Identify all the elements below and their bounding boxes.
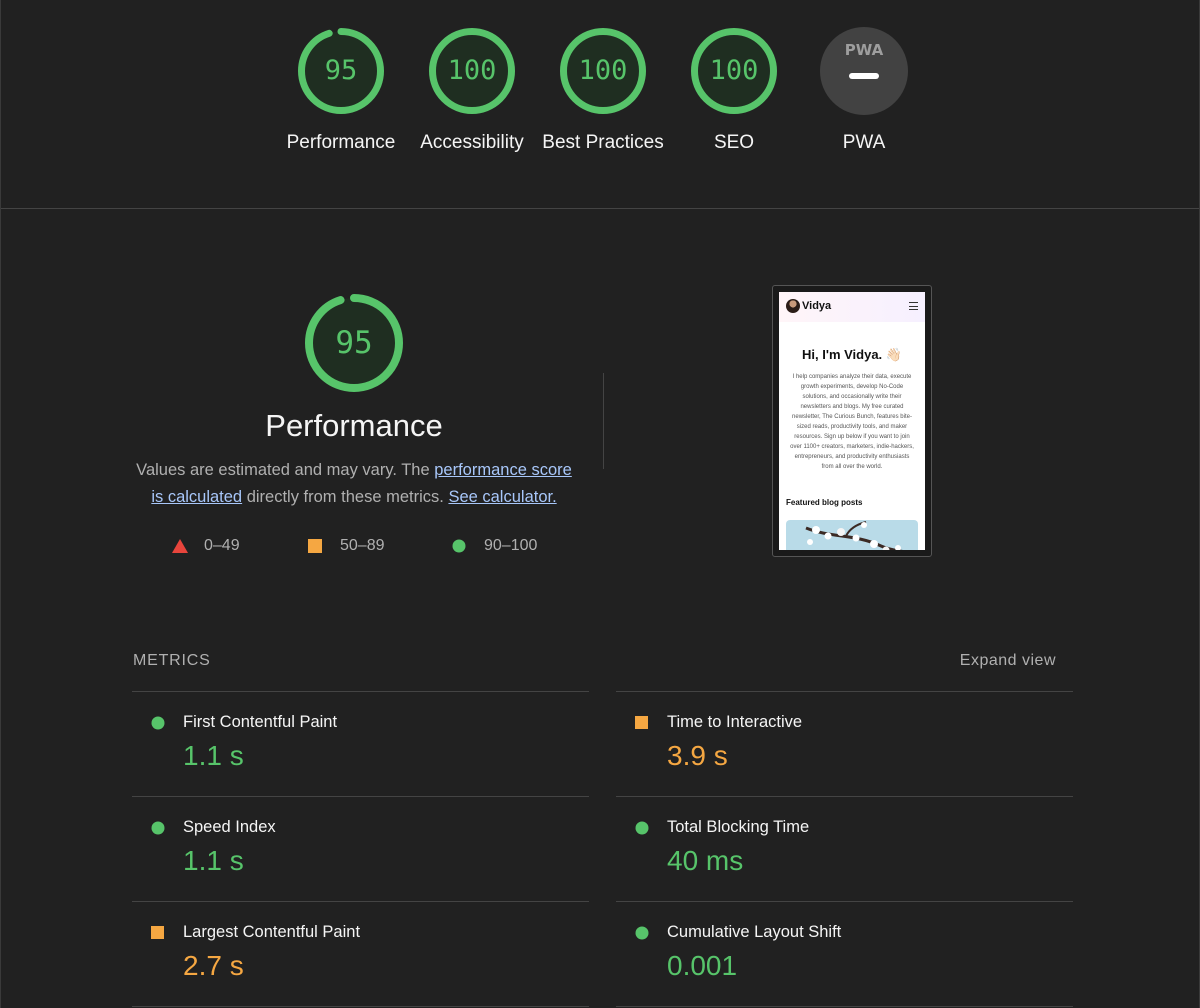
legend-range: 0–49 [204, 537, 240, 554]
metric-total-blocking-time: Total Blocking Time 40 ms [616, 796, 1073, 902]
metrics-divider [132, 1006, 589, 1007]
gauge-score: 100 [447, 55, 497, 86]
screenshot-viewport: Vidya Hi, I'm Vidya. 👋🏻 I help companies… [779, 292, 925, 550]
square-icon [308, 539, 322, 553]
metric-value: 0.001 [667, 950, 738, 981]
hero-heading: Hi, I'm Vidya. 👋🏻 [802, 347, 902, 362]
metric-title: Time to Interactive [667, 713, 803, 731]
gauge-ring: 100 [428, 27, 516, 115]
gauge-score: 95 [324, 55, 358, 86]
metric-title: Speed Index [183, 818, 276, 836]
gauge-seo[interactable]: 100 SEO [669, 27, 799, 156]
desc-prefix: Values are estimated and may vary. The [136, 461, 435, 479]
gauge-score: 100 [578, 55, 628, 86]
category-gauges-bar: 95 Performance 100 Accessibility 100 Bes… [1, 0, 1199, 209]
metric-value: 3.9 s [667, 740, 728, 771]
lighthouse-report: 95 Performance 100 Accessibility 100 Bes… [0, 0, 1200, 1008]
gauge-ring: 100 [559, 27, 647, 115]
expand-view-toggle[interactable]: Expand view [960, 652, 1056, 670]
gauge-accessibility[interactable]: 100 Accessibility [407, 27, 537, 156]
metric-title: Cumulative Layout Shift [667, 923, 842, 941]
vertical-divider [603, 373, 604, 469]
metric-value: 2.7 s [183, 950, 244, 981]
circle-icon [635, 821, 649, 840]
desc-middle: directly from these metrics. [242, 488, 449, 506]
site-header: Vidya [779, 292, 925, 322]
metric-largest-contentful-paint: Largest Contentful Paint 2.7 s [132, 901, 589, 1007]
metric-title: Largest Contentful Paint [183, 923, 361, 941]
metric-title: Total Blocking Time [667, 818, 810, 836]
gauge-performance[interactable]: 95 Performance [276, 27, 406, 156]
metric-value: 1.1 s [183, 740, 244, 771]
performance-description: Values are estimated and may vary. The p… [129, 457, 579, 511]
gauge-ring: 95 [297, 27, 385, 115]
metric-value: 1.1 s [183, 845, 244, 876]
performance-score: 95 [335, 325, 373, 361]
site-name: Vidya [802, 300, 832, 312]
circle-icon [452, 539, 466, 553]
hero-body: I help companies analyze their data, exe… [790, 374, 914, 470]
legend-range: 90–100 [484, 537, 538, 554]
metrics-divider [616, 1006, 1073, 1007]
gauge-label: Best Practices [542, 132, 664, 153]
gauge-ring: 100 [690, 27, 778, 115]
featured-heading: Featured blog posts [786, 498, 863, 507]
gauge-pwa[interactable]: PWA PWA [799, 27, 929, 156]
avatar [786, 299, 800, 313]
circle-icon [635, 926, 649, 945]
metrics-header: METRICS [133, 652, 211, 669]
metric-value: 40 ms [667, 845, 744, 876]
pwa-badge-icon: PWA [820, 27, 908, 115]
legend-range: 50–89 [340, 537, 385, 554]
metric-first-contentful-paint: First Contentful Paint 1.1 s [132, 691, 589, 797]
pwa-dash-icon [849, 73, 879, 79]
gauge-label: Performance [286, 132, 396, 153]
menu-icon [909, 302, 918, 310]
gauge-best-practices[interactable]: 100 Best Practices [538, 27, 668, 156]
gauge-label: SEO [713, 132, 755, 153]
see-calculator-link[interactable]: See calculator. [448, 488, 556, 506]
gauge-score: 100 [709, 55, 759, 86]
metric-time-to-interactive: Time to Interactive 3.9 s [616, 691, 1073, 797]
square-icon [151, 926, 164, 944]
circle-icon [151, 716, 165, 735]
triangle-icon [172, 539, 188, 553]
square-icon [635, 716, 648, 734]
performance-gauge: 95 [304, 293, 404, 393]
metric-title: First Contentful Paint [183, 713, 338, 731]
gauge-label: PWA [842, 132, 886, 153]
gauge-label: Accessibility [420, 132, 524, 153]
blossom-image [786, 520, 918, 550]
final-screenshot[interactable]: Vidya Hi, I'm Vidya. 👋🏻 I help companies… [772, 285, 932, 557]
metric-cumulative-layout-shift: Cumulative Layout Shift 0.001 [616, 901, 1073, 1007]
metric-speed-index: Speed Index 1.1 s [132, 796, 589, 902]
pwa-badge-text: PWA [844, 41, 884, 59]
performance-title: Performance [265, 408, 443, 443]
circle-icon [151, 821, 165, 840]
